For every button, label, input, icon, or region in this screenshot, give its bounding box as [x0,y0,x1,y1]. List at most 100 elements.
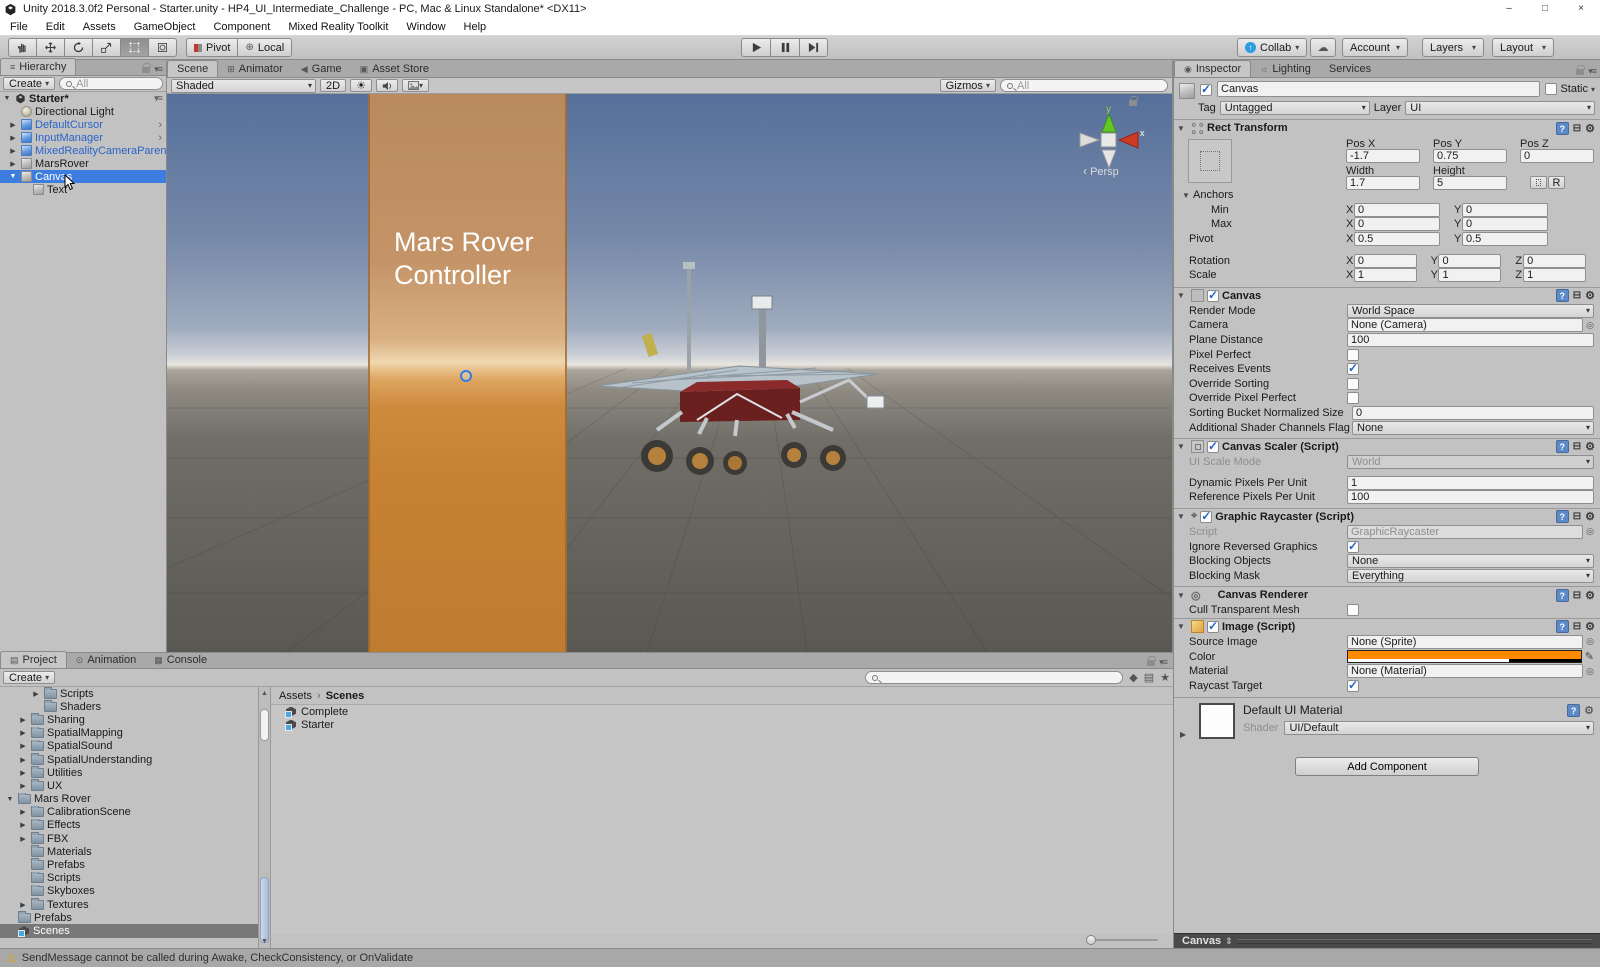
foldout-icon[interactable]: ▼ [1177,591,1188,600]
eyedropper-icon[interactable]: ✎ [1585,650,1594,663]
gear-icon[interactable]: ⚙ [1585,620,1595,633]
blocking-mask-dropdown[interactable]: Everything [1347,569,1594,583]
project-folder-row[interactable]: ▼Mars Rover [0,793,258,806]
tab-services[interactable]: Services [1320,61,1380,77]
material-object-field[interactable]: None (Material) [1347,664,1583,678]
rect-tool-button[interactable] [120,38,148,57]
presets-icon[interactable]: ⊟ [1573,123,1581,134]
project-folder-row[interactable]: ▶FBX [0,832,258,845]
expander-icon[interactable]: ▶ [18,808,28,816]
anchor-max-x-field[interactable]: 0 [1354,217,1440,231]
anchor-min-y-field[interactable]: 0 [1462,203,1548,217]
menu-assets[interactable]: Assets [83,21,116,33]
project-folder-row[interactable]: Prefabs [0,858,258,871]
canvas-center-handle[interactable] [460,370,472,382]
scrollbar-thumb-secondary[interactable] [260,709,269,741]
project-tree-scrollbar[interactable]: ▲ ▼ [258,687,271,948]
help-icon[interactable]: ? [1556,440,1569,453]
transform-tool-button[interactable] [148,38,177,57]
breadcrumb-scenes[interactable]: Scenes [326,690,365,702]
pos-x-field[interactable]: -1.7 [1346,149,1420,163]
account-dropdown[interactable]: Account▾ [1342,38,1408,57]
foldout-icon[interactable]: ▼ [1177,291,1188,300]
canvas-scaler-enabled-checkbox[interactable] [1207,441,1219,453]
tab-project[interactable]: ▤Project [0,651,67,668]
prefab-chevron-icon[interactable]: › [158,132,166,144]
project-folder-row[interactable]: ▶CalibrationScene [0,806,258,819]
gameobject-name-field[interactable]: Canvas [1217,81,1540,97]
help-icon[interactable]: ? [1567,704,1580,717]
tab-animation[interactable]: ⊙Animation [67,652,145,668]
gear-icon[interactable]: ⚙ [1584,704,1594,717]
scene-search-input[interactable]: All [1000,79,1168,92]
draw-mode-dropdown[interactable]: Shaded [171,79,316,93]
pivot-toggle-button[interactable]: Pivot [186,38,237,57]
plane-distance-field[interactable]: 100 [1347,333,1594,347]
panel-menu-icon[interactable]: ▾≡ [154,64,162,75]
gear-icon[interactable]: ⚙ [1585,589,1595,602]
layout-dropdown[interactable]: Layout▾ [1492,38,1554,57]
expander-icon[interactable]: ▶ [18,821,28,829]
lock-icon[interactable] [142,67,150,73]
ignore-reversed-checkbox[interactable] [1347,541,1359,553]
help-icon[interactable]: ? [1556,620,1569,633]
tab-animator[interactable]: ⊞Animator [218,61,292,77]
hierarchy-item[interactable]: ▶MarsRover [0,157,166,170]
hierarchy-scene-row[interactable]: ▼ Starter* ▾≡ [0,92,166,105]
help-icon[interactable]: ? [1556,589,1569,602]
scale-y-field[interactable]: 1 [1438,268,1501,282]
reference-ppu-field[interactable]: 100 [1347,490,1594,504]
expander-icon[interactable]: ▶ [18,742,28,750]
scene-menu-icon[interactable]: ▾≡ [154,93,166,104]
gizmos-dropdown[interactable]: Gizmos ▾ [940,79,996,92]
canvas-component-header[interactable]: ▼ Canvas ?⊟⚙ [1174,287,1600,304]
anchor-min-x-field[interactable]: 0 [1354,203,1440,217]
favorites-icon[interactable]: ★ [1160,671,1170,684]
tab-asset-store[interactable]: ▣Asset Store [351,61,438,77]
add-component-button[interactable]: Add Component [1295,757,1479,776]
scroll-up-arrow[interactable]: ▲ [259,688,270,699]
layers-dropdown[interactable]: Layers▾ [1422,38,1484,57]
gear-icon[interactable]: ⚙ [1585,440,1595,453]
expander-icon[interactable]: ▶ [8,160,18,168]
material-preview-thumbnail[interactable] [1199,703,1235,739]
project-folder-row[interactable]: Scenes [0,924,258,937]
expander-icon[interactable]: ▶ [18,769,28,777]
object-picker-icon[interactable]: ◎ [1586,320,1594,331]
minimize-button[interactable]: – [1494,1,1524,17]
shader-channels-dropdown[interactable]: None [1352,421,1594,435]
anchor-preset-button[interactable] [1188,139,1232,183]
override-pixel-perfect-checkbox[interactable] [1347,392,1359,404]
scroll-down-arrow[interactable]: ▼ [259,936,270,947]
project-folder-row[interactable]: ▶Effects [0,819,258,832]
scale-x-field[interactable]: 1 [1354,268,1417,282]
hierarchy-create-button[interactable]: Create ▾ [3,77,55,90]
color-swatch[interactable] [1347,650,1582,663]
tab-game[interactable]: ◀Game [292,61,351,77]
expander-icon[interactable]: ▼ [8,173,18,180]
expander-icon[interactable]: ▶ [18,716,28,724]
panel-menu-icon[interactable]: ▾≡ [1588,66,1596,77]
panel-menu-icon[interactable]: ▾≡ [1159,657,1167,668]
canvas-enabled-checkbox[interactable] [1207,290,1219,302]
hand-tool-button[interactable] [8,38,36,57]
project-folder-row[interactable]: ▶Utilities [0,766,258,779]
menu-file[interactable]: File [10,21,28,33]
canvas-scaler-header[interactable]: ▼ Canvas Scaler (Script) ?⊟⚙ [1174,438,1600,455]
foldout-icon[interactable]: ▼ [1177,124,1188,133]
image-enabled-checkbox[interactable] [1207,621,1219,633]
project-folder-row[interactable]: Skyboxes [0,885,258,898]
tag-dropdown[interactable]: Untagged [1220,101,1370,115]
rect-transform-header[interactable]: ▼ Rect Transform ?⊟⚙ [1174,119,1600,136]
layer-dropdown[interactable]: UI [1405,101,1595,115]
step-button[interactable] [799,38,828,57]
pivot-x-field[interactable]: 0.5 [1354,232,1440,246]
expander-icon[interactable]: ▶ [18,729,28,737]
project-create-button[interactable]: Create ▾ [3,671,55,684]
project-zoom-slider[interactable] [1086,936,1158,944]
anchors-foldout-icon[interactable]: ▼ [1182,191,1193,200]
scrollbar-thumb[interactable] [260,877,269,943]
resize-handle-icon[interactable]: ⇕ [1225,936,1233,947]
local-toggle-button[interactable]: ⊕Local [237,38,292,57]
perspective-label[interactable]: ‹ Persp [1083,164,1119,178]
